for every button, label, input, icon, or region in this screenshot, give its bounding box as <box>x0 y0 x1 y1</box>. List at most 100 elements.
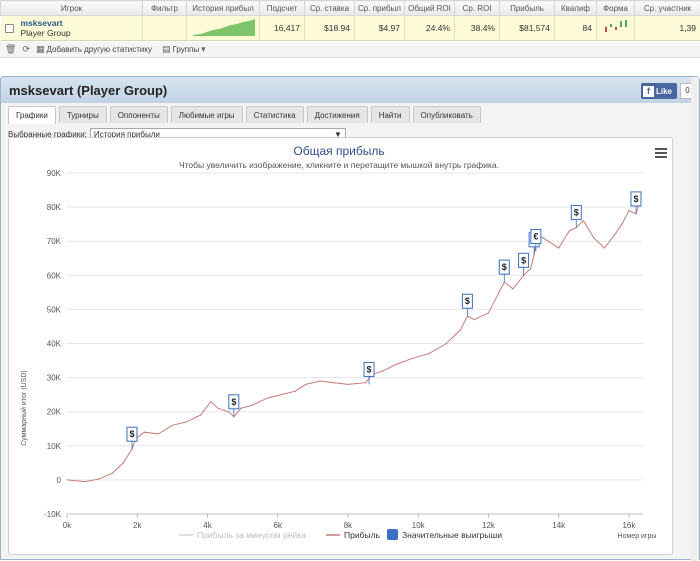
profit-point <box>621 224 622 225</box>
row-checkbox[interactable] <box>5 24 14 33</box>
big-win-marker[interactable]: $ <box>499 260 509 282</box>
col-header-avg-profit[interactable]: Ср. прибыл <box>355 1 405 16</box>
tab-achievements[interactable]: Достижения <box>307 106 368 123</box>
legend-item-rake[interactable]: Прибыль за минусом рейка <box>179 530 306 540</box>
big-win-symbol: $ <box>367 364 372 374</box>
form-bars-graphic <box>601 18 631 36</box>
profit-series-line <box>67 202 640 482</box>
x-tick-label: 12k <box>482 521 496 530</box>
y-axis-label: Суммарный итог (USD) <box>20 370 28 446</box>
spacer <box>0 59 700 76</box>
legend-item-profit[interactable]: Прибыль <box>326 530 381 540</box>
add-stats-label: Добавить другую статистику <box>47 45 152 54</box>
profit-point <box>382 370 383 371</box>
y-tick-label: 50K <box>47 305 62 314</box>
groups-label: Группы <box>172 45 199 54</box>
grid-lines <box>67 173 643 514</box>
groups-dropdown[interactable]: ▤ Группы ▾ <box>162 44 206 55</box>
legend-label-profit: Прибыль <box>344 530 381 540</box>
col-header-total-roi[interactable]: Общий ROI <box>405 1 455 16</box>
y-tick-label: 20K <box>47 408 62 417</box>
legend-label-big-wins: Значительные выигрыши <box>402 530 502 540</box>
tab-publish[interactable]: Опубликовать <box>413 106 481 123</box>
col-header-form[interactable]: Форма <box>597 1 635 16</box>
panel-header: msksevart (Player Group) <box>1 77 699 103</box>
profit-point <box>583 220 584 221</box>
profit-chart[interactable]: Общая прибыль Чтобы увеличить изображени… <box>9 138 672 554</box>
profit-point <box>281 394 282 395</box>
profit-point <box>210 401 211 402</box>
trash-icon[interactable]: 🗑 <box>5 44 16 55</box>
profit-point <box>253 404 254 405</box>
profit-point <box>548 241 549 242</box>
y-tick-label: 60K <box>47 271 62 280</box>
tab-find[interactable]: Найти <box>371 106 410 123</box>
col-header-avg-entrants[interactable]: Ср. участник <box>635 1 700 16</box>
col-header-profit-history[interactable]: История прибыл <box>187 1 260 16</box>
big-win-marker[interactable]: $ <box>462 294 472 316</box>
big-win-symbol: $ <box>465 296 470 306</box>
col-header-profit[interactable]: Прибыль <box>500 1 555 16</box>
stats-table: Игрок Фильтр История прибыл Подсчет Ср. … <box>0 0 700 41</box>
table-row[interactable]: msksevart Player Group 16,417 $18.94 $4.… <box>1 16 700 41</box>
tab-favorite-games[interactable]: Любимые игры <box>171 106 243 123</box>
x-tick-label: 2k <box>133 521 142 530</box>
profit-point <box>158 433 159 434</box>
chart-subtitle: Чтобы увеличить изображение, кликните и … <box>179 160 499 170</box>
big-win-marker[interactable]: $ <box>364 362 374 384</box>
chevron-down-icon: ▾ <box>201 44 206 55</box>
avg-roi-cell: 38.4% <box>455 16 500 41</box>
profit-point <box>295 391 296 392</box>
y-tick-label: 80K <box>47 203 62 212</box>
x-axis-label: Номер игры <box>618 533 657 540</box>
total-roi-cell: 24.4% <box>405 16 455 41</box>
chart-container[interactable]: Общая прибыль Чтобы увеличить изображени… <box>8 137 673 555</box>
big-win-symbol: $ <box>231 397 236 407</box>
col-header-avg-stake[interactable]: Ср. ставка <box>305 1 355 16</box>
avg-entrants-cell: 1,39 <box>635 16 700 41</box>
player-cell[interactable]: msksevart Player Group <box>1 16 143 41</box>
panel-scrollbar[interactable] <box>691 77 699 561</box>
big-win-symbol: $ <box>129 429 134 439</box>
chart-menu-icon[interactable] <box>655 148 667 160</box>
tab-tournaments[interactable]: Турниры <box>59 106 107 123</box>
chart-legend: Прибыль за минусом рейка Прибыль Значите… <box>179 529 502 540</box>
table-header-row: Игрок Фильтр История прибыл Подсчет Ср. … <box>1 1 700 16</box>
profit-point <box>305 384 306 385</box>
series-layer <box>66 201 640 482</box>
profit-point <box>84 481 85 482</box>
x-tick-label: 10k <box>412 521 426 530</box>
big-win-marker[interactable]: € <box>531 229 541 251</box>
profit-point <box>460 329 461 330</box>
facebook-like-button[interactable]: f Like <box>641 83 677 99</box>
refresh-icon[interactable]: ⟳ <box>22 44 30 55</box>
y-tick-label: 40K <box>47 340 62 349</box>
grid-icon: ▦ <box>36 44 45 55</box>
big-win-symbol: $ <box>633 194 638 204</box>
profit-point <box>112 472 113 473</box>
profit-point <box>144 432 145 433</box>
legend-item-big-wins[interactable]: Значительные выигрыши <box>387 529 502 540</box>
y-tick-label: 10K <box>47 442 62 451</box>
big-win-marker[interactable]: $ <box>631 192 641 214</box>
col-header-qualify[interactable]: Квалиф <box>555 1 597 16</box>
player-name-link[interactable]: msksevart <box>21 18 71 28</box>
avg-stake-cell: $18.94 <box>305 16 355 41</box>
big-win-symbol: $ <box>574 208 579 218</box>
profit-history-sparkline <box>187 16 260 41</box>
tab-statistics[interactable]: Статистика <box>246 106 304 123</box>
big-win-symbol: $ <box>521 255 526 265</box>
col-header-avg-roi[interactable]: Ср. ROI <box>455 1 500 16</box>
chart-title: Общая прибыль <box>293 144 384 158</box>
col-header-player[interactable]: Игрок <box>1 1 143 16</box>
panel-title: msksevart (Player Group) <box>9 83 167 98</box>
x-tick-label: 6k <box>274 521 283 530</box>
avg-profit-cell: $4.97 <box>355 16 405 41</box>
col-header-count[interactable]: Подсчет <box>260 1 305 16</box>
tab-opponents[interactable]: Оппоненты <box>110 106 168 123</box>
qualify-cell: 84 <box>555 16 597 41</box>
col-header-filter[interactable]: Фильтр <box>143 1 187 16</box>
x-tick-label: 0k <box>63 521 72 530</box>
tab-charts[interactable]: Графики <box>8 106 56 124</box>
add-stats-button[interactable]: ▦ Добавить другую статистику <box>36 44 152 55</box>
